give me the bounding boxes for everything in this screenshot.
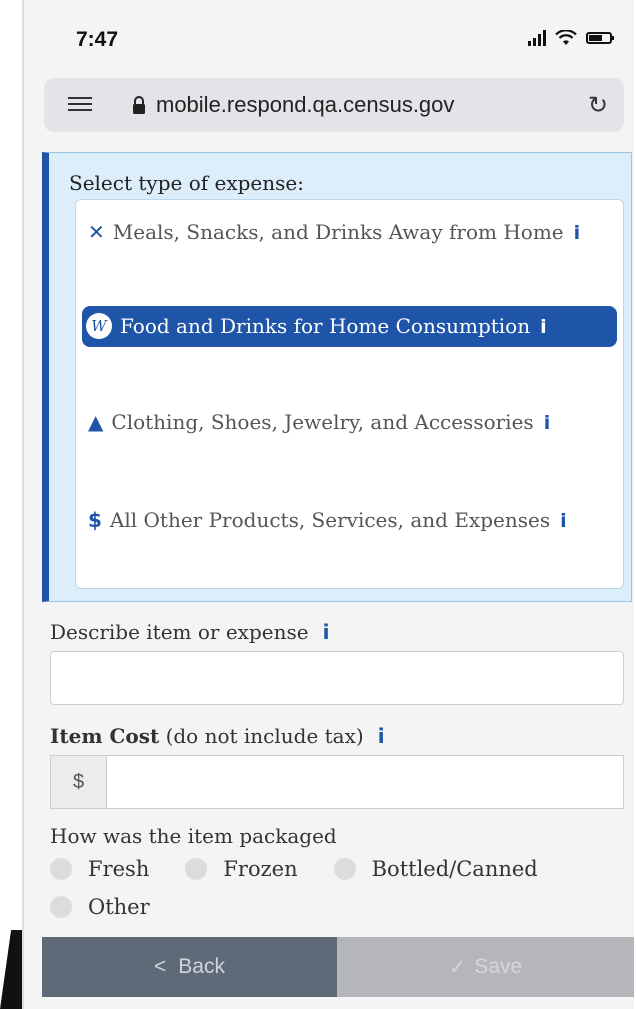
phone-screen: 7:47 mobile.respond.qa.census.gov ↻ Sele…: [22, 0, 634, 1009]
info-icon[interactable]: i: [544, 412, 551, 434]
back-button[interactable]: < Back: [42, 937, 337, 997]
status-time: 7:47: [76, 28, 119, 51]
reload-icon[interactable]: ↻: [588, 91, 608, 120]
url-text[interactable]: mobile.respond.qa.census.gov: [156, 92, 454, 118]
cost-label: Item Cost (do not include tax) i: [50, 724, 385, 748]
info-icon[interactable]: i: [323, 620, 330, 644]
radio-fresh-label[interactable]: Fresh: [88, 857, 149, 881]
signal-icon: [528, 30, 546, 46]
cost-input[interactable]: [106, 755, 624, 809]
describe-label: Describe item or expense i: [50, 620, 329, 644]
chevron-left-icon: <: [154, 955, 167, 978]
dollar-icon: $: [88, 508, 102, 532]
option-clothing[interactable]: ▲ Clothing, Shoes, Jewelry, and Accessori…: [88, 404, 614, 441]
radio-bottled-label[interactable]: Bottled/Canned: [372, 857, 538, 881]
expense-options-list: ✕ Meals, Snacks, and Drinks Away from Hom…: [75, 199, 624, 589]
packaging-label: How was the item packaged: [50, 824, 337, 848]
cost-hint: (do not include tax): [165, 724, 364, 748]
status-icons: [528, 30, 614, 46]
info-icon[interactable]: i: [560, 510, 567, 532]
describe-input[interactable]: [50, 651, 624, 705]
w-badge-icon: W: [86, 313, 112, 339]
reader-menu-icon[interactable]: [68, 97, 92, 113]
cost-label-text: Item Cost: [50, 724, 160, 748]
packaging-options-row-1: Fresh Frozen Bottled/Canned: [50, 857, 538, 881]
lock-icon: [133, 96, 145, 114]
expense-type-panel: Select type of expense: ✕ Meals, Snacks, …: [42, 152, 632, 602]
expense-type-title: Select type of expense:: [69, 171, 304, 195]
info-icon[interactable]: i: [378, 724, 385, 748]
option-food-home[interactable]: W Food and Drinks for Home Consumption i: [82, 306, 617, 347]
option-label: Food and Drinks for Home Consumption: [120, 314, 531, 338]
url-bar[interactable]: mobile.respond.qa.census.gov ↻: [44, 78, 624, 132]
describe-label-text: Describe item or expense: [50, 620, 309, 644]
radio-bottled[interactable]: [333, 858, 356, 880]
wifi-icon: [555, 30, 577, 45]
radio-fresh[interactable]: [50, 858, 72, 880]
battery-icon: [586, 32, 614, 44]
save-button-label: Save: [474, 955, 523, 978]
info-icon[interactable]: i: [540, 316, 547, 338]
save-button[interactable]: ✓ Save: [337, 937, 634, 997]
radio-frozen-label[interactable]: Frozen: [223, 857, 297, 881]
dollar-prefix: $: [50, 755, 106, 809]
option-other-expenses[interactable]: $ All Other Products, Services, and Expen…: [88, 502, 614, 539]
radio-other-label[interactable]: Other: [88, 895, 150, 919]
cost-field: $: [50, 755, 624, 809]
check-icon: ✓: [448, 955, 467, 979]
option-label: All Other Products, Services, and Expens…: [109, 508, 551, 532]
option-meals-away[interactable]: ✕ Meals, Snacks, and Drinks Away from Hom…: [88, 214, 614, 251]
packaging-options-row-2: Other: [50, 895, 150, 919]
utensils-icon: ✕: [88, 220, 105, 244]
back-button-label: Back: [178, 955, 225, 978]
option-label: Meals, Snacks, and Drinks Away from Home: [112, 220, 564, 244]
shirt-icon: ▲: [88, 410, 104, 434]
option-label: Clothing, Shoes, Jewelry, and Accessorie…: [111, 410, 534, 434]
radio-other[interactable]: [50, 896, 72, 918]
info-icon[interactable]: i: [574, 222, 581, 244]
radio-frozen[interactable]: [185, 858, 208, 880]
